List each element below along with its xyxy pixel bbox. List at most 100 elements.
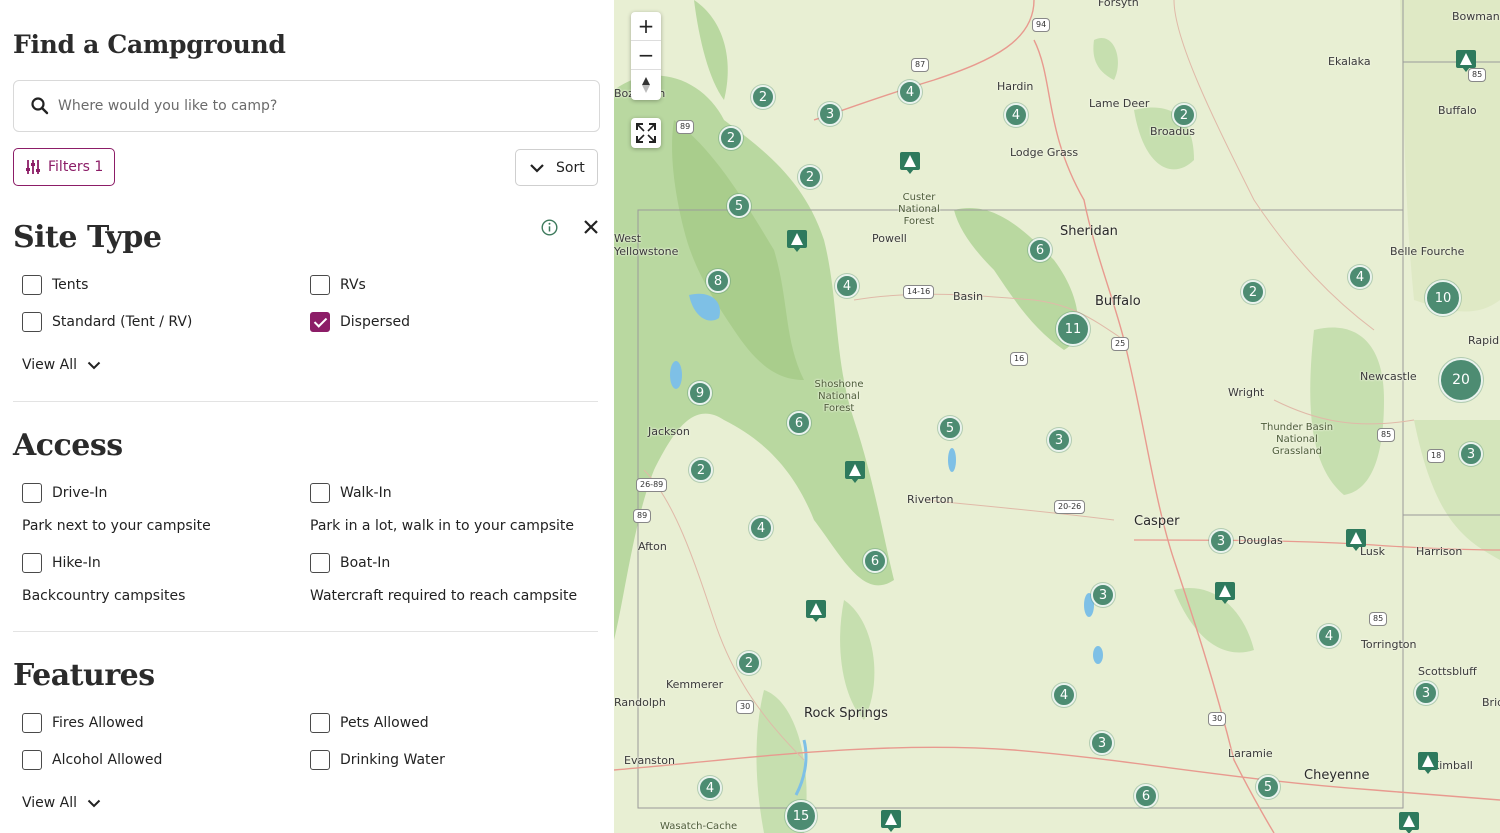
info-icon[interactable] bbox=[541, 219, 558, 236]
view-all-features[interactable]: View All bbox=[22, 795, 101, 811]
filters-button[interactable]: Filters 1 bbox=[13, 148, 115, 186]
checkbox-drinking-water[interactable]: Drinking Water bbox=[310, 750, 445, 770]
section-divider bbox=[13, 631, 598, 632]
campground-pin-icon[interactable] bbox=[881, 810, 901, 832]
checkbox-box[interactable] bbox=[22, 275, 42, 295]
map-cluster[interactable]: 2 bbox=[689, 458, 713, 482]
section-title-site-type: Site Type bbox=[13, 220, 162, 255]
checkbox-standard[interactable]: Standard (Tent / RV) bbox=[22, 312, 192, 332]
checkbox-hike-in[interactable]: Hike-In bbox=[22, 553, 101, 573]
map-cluster[interactable]: 4 bbox=[749, 516, 773, 540]
map-cluster[interactable]: 3 bbox=[1459, 442, 1483, 466]
map-cluster[interactable]: 4 bbox=[1052, 683, 1076, 707]
campground-pin-icon[interactable] bbox=[845, 461, 865, 483]
map-cluster[interactable]: 2 bbox=[1172, 103, 1196, 127]
map-label-randolph: Randolph bbox=[614, 696, 666, 709]
checkbox-drive-in[interactable]: Drive-In bbox=[22, 483, 107, 503]
view-all-site-type[interactable]: View All bbox=[22, 357, 101, 373]
checkbox-box[interactable] bbox=[22, 713, 42, 733]
map-cluster[interactable]: 2 bbox=[751, 85, 775, 109]
highway-shield: 94 bbox=[1032, 18, 1051, 32]
map-cluster[interactable]: 4 bbox=[698, 776, 722, 800]
campground-pin-icon[interactable] bbox=[1399, 812, 1419, 833]
sort-button[interactable]: Sort bbox=[515, 149, 598, 186]
checkbox-box-checked[interactable] bbox=[310, 312, 330, 332]
map-cluster[interactable]: 3 bbox=[1091, 583, 1115, 607]
map-cluster[interactable]: 6 bbox=[787, 411, 811, 435]
map-cluster[interactable]: 2 bbox=[719, 126, 743, 150]
search-box[interactable] bbox=[13, 80, 600, 132]
map-cluster[interactable]: 3 bbox=[818, 102, 842, 126]
map-cluster[interactable]: 4 bbox=[898, 80, 922, 104]
map-cluster[interactable]: 6 bbox=[863, 549, 887, 573]
map-cluster[interactable]: 5 bbox=[938, 416, 962, 440]
map-cluster[interactable]: 4 bbox=[1004, 103, 1028, 127]
campground-pin-icon[interactable] bbox=[900, 152, 920, 174]
campground-pin-icon[interactable] bbox=[787, 230, 807, 252]
checkbox-walk-in[interactable]: Walk-In bbox=[310, 483, 392, 503]
map-cluster[interactable]: 2 bbox=[1241, 280, 1265, 304]
checkbox-label: Alcohol Allowed bbox=[52, 752, 163, 768]
zoom-out-button[interactable]: − bbox=[631, 41, 661, 70]
map-label-lodge-grass: Lodge Grass bbox=[1010, 146, 1079, 159]
chevron-down-icon bbox=[87, 361, 101, 369]
checkbox-alcohol-allowed[interactable]: Alcohol Allowed bbox=[22, 750, 162, 770]
campground-pin-icon[interactable] bbox=[806, 600, 826, 622]
map-cluster[interactable]: 3 bbox=[1414, 681, 1438, 705]
campground-pin-icon[interactable] bbox=[1418, 752, 1438, 774]
search-input[interactable] bbox=[58, 82, 578, 130]
map-cluster[interactable]: 10 bbox=[1425, 280, 1461, 316]
map-cluster[interactable]: 2 bbox=[798, 165, 822, 189]
fullscreen-button[interactable] bbox=[631, 118, 661, 148]
checkbox-box[interactable] bbox=[310, 275, 330, 295]
highway-shield: 14-16 bbox=[903, 285, 935, 299]
map-cluster[interactable]: 3 bbox=[1090, 731, 1114, 755]
checkbox-box[interactable] bbox=[310, 750, 330, 770]
checkbox-box[interactable] bbox=[22, 483, 42, 503]
map-label-buffalo: Buffalo bbox=[1095, 294, 1141, 309]
checkbox-box[interactable] bbox=[22, 312, 42, 332]
checkbox-boat-in[interactable]: Boat-In bbox=[310, 553, 390, 573]
map-cluster[interactable]: 2 bbox=[737, 651, 761, 675]
checkbox-tents[interactable]: Tents bbox=[22, 275, 88, 295]
campground-pin-icon[interactable] bbox=[1456, 50, 1476, 72]
map-cluster[interactable]: 15 bbox=[785, 800, 817, 832]
close-icon[interactable] bbox=[583, 219, 599, 235]
highway-shield: 85 bbox=[1369, 612, 1388, 626]
map-label-wasatch: Wasatch-Cache bbox=[660, 821, 738, 832]
campground-pin-icon[interactable] bbox=[1346, 529, 1366, 551]
map-label-jackson: Jackson bbox=[648, 425, 690, 438]
map-cluster[interactable]: 3 bbox=[1209, 529, 1233, 553]
checkbox-fires-allowed[interactable]: Fires Allowed bbox=[22, 713, 144, 733]
zoom-controls: + − bbox=[631, 12, 661, 100]
map[interactable]: Forsyth Bowman Ekalaka Hardin Lame Deer … bbox=[614, 0, 1500, 833]
map-cluster[interactable]: 11 bbox=[1056, 312, 1090, 346]
map-cluster[interactable]: 20 bbox=[1439, 358, 1483, 402]
checkbox-box[interactable] bbox=[22, 750, 42, 770]
map-label-powell: Powell bbox=[872, 232, 907, 245]
view-all-label: View All bbox=[22, 795, 78, 811]
map-cluster[interactable]: 6 bbox=[1028, 238, 1052, 262]
map-cluster[interactable]: 3 bbox=[1047, 428, 1071, 452]
checkbox-box[interactable] bbox=[310, 553, 330, 573]
map-label-newcastle: Newcastle bbox=[1360, 370, 1417, 383]
compass-button[interactable] bbox=[631, 70, 661, 99]
map-cluster[interactable]: 6 bbox=[1134, 784, 1158, 808]
map-cluster[interactable]: 5 bbox=[727, 194, 751, 218]
checkbox-dispersed[interactable]: Dispersed bbox=[310, 312, 410, 332]
map-label-lame-deer: Lame Deer bbox=[1089, 97, 1150, 110]
checkbox-box[interactable] bbox=[310, 483, 330, 503]
checkbox-rvs[interactable]: RVs bbox=[310, 275, 366, 295]
map-cluster[interactable]: 4 bbox=[835, 274, 859, 298]
campground-pin-icon[interactable] bbox=[1215, 582, 1235, 604]
checkbox-box[interactable] bbox=[22, 553, 42, 573]
map-cluster[interactable]: 4 bbox=[1317, 624, 1341, 648]
zoom-in-button[interactable]: + bbox=[631, 12, 661, 41]
map-cluster[interactable]: 8 bbox=[706, 269, 730, 293]
map-cluster[interactable]: 5 bbox=[1256, 775, 1280, 799]
checkbox-pets-allowed[interactable]: Pets Allowed bbox=[310, 713, 429, 733]
map-cluster[interactable]: 4 bbox=[1348, 265, 1372, 289]
map-label-torrington: Torrington bbox=[1361, 638, 1417, 651]
map-cluster[interactable]: 9 bbox=[688, 381, 712, 405]
checkbox-box[interactable] bbox=[310, 713, 330, 733]
